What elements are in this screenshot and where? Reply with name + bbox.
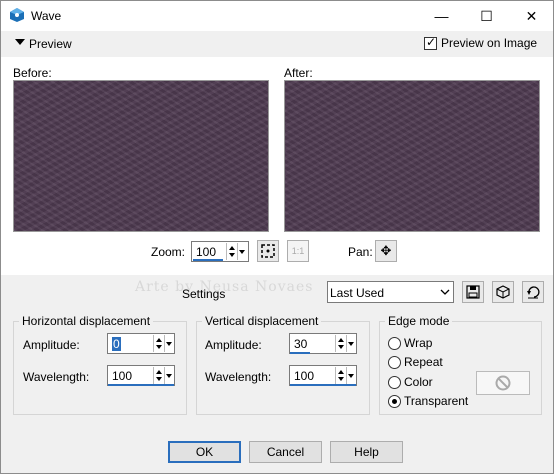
zoom-value: 100 (196, 245, 217, 259)
horizontal-wavelength-stepper[interactable]: 100 (107, 365, 175, 386)
psp-icon (10, 8, 24, 22)
collapse-triangle-icon[interactable] (15, 39, 25, 45)
spin-arrows-icon[interactable] (335, 335, 346, 352)
edge-color-swatch[interactable] (476, 371, 530, 395)
dice-icon (496, 285, 510, 299)
vertical-wavelength-slider[interactable] (290, 384, 356, 386)
edge-color-radio[interactable] (388, 376, 401, 389)
vertical-displacement-title: Vertical displacement (202, 314, 322, 328)
edge-mode-title: Edge mode (385, 314, 453, 328)
dropdown-icon[interactable] (164, 335, 174, 352)
ok-button[interactable]: OK (168, 441, 241, 463)
horizontal-wavelength-slider[interactable] (108, 384, 174, 386)
no-entry-icon (495, 375, 511, 391)
reset-icon (527, 286, 540, 299)
after-preview-image (284, 80, 540, 232)
edge-transparent-label: Transparent (404, 394, 469, 408)
zoom-fit-icon (261, 244, 275, 258)
dropdown-icon[interactable] (346, 367, 356, 384)
move-icon: ✥ (380, 243, 392, 258)
horizontal-amplitude-label: Amplitude: (23, 338, 80, 352)
dropdown-icon[interactable] (164, 367, 174, 384)
save-icon (466, 285, 480, 299)
spin-arrows-icon[interactable] (153, 335, 164, 352)
after-label: After: (284, 66, 313, 80)
cancel-button[interactable]: Cancel (249, 441, 322, 463)
zoom-dropdown-icon[interactable] (237, 243, 247, 260)
zoom-actual-size-button[interactable]: 1:1 (287, 240, 309, 262)
edge-transparent-radio[interactable] (388, 395, 401, 408)
zoom-spin-arrows-icon[interactable] (226, 243, 237, 260)
edge-wrap-label: Wrap (404, 336, 433, 350)
horizontal-amplitude-stepper[interactable]: 0 (107, 333, 175, 354)
spin-arrows-icon[interactable] (153, 367, 164, 384)
zoom-label: Zoom: (151, 245, 186, 259)
window-title: Wave (31, 9, 62, 23)
chevron-down-icon (440, 289, 450, 295)
maximize-button[interactable]: ☐ (464, 1, 509, 31)
vertical-amplitude-stepper[interactable]: 30 (289, 333, 357, 354)
vertical-wavelength-value: 100 (294, 369, 315, 383)
dropdown-icon[interactable] (346, 335, 356, 352)
settings-label: Settings (182, 287, 226, 301)
actual-size-icon: 1:1 (291, 246, 305, 256)
before-preview-image[interactable] (13, 80, 269, 232)
horizontal-wavelength-label: Wavelength: (23, 370, 90, 384)
close-button[interactable]: ✕ (509, 1, 554, 31)
vertical-amplitude-value: 30 (294, 337, 308, 351)
minimize-icon: — (434, 8, 449, 24)
preview-on-image-label: Preview on Image (441, 36, 538, 50)
preview-toggle[interactable]: Preview (29, 37, 72, 51)
vertical-amplitude-slider[interactable] (290, 352, 310, 354)
vertical-wavelength-label: Wavelength: (205, 370, 272, 384)
save-preset-button[interactable] (462, 281, 484, 303)
checkmark-icon: ✓ (426, 35, 437, 49)
vertical-amplitude-label: Amplitude: (205, 338, 262, 352)
horizontal-displacement-title: Horizontal displacement (19, 314, 154, 328)
help-button[interactable]: Help (330, 441, 403, 463)
edge-repeat-radio[interactable] (388, 356, 401, 369)
edge-wrap-radio[interactable] (388, 337, 401, 350)
zoom-underline (193, 259, 223, 261)
pan-button[interactable]: ✥ (375, 240, 397, 262)
randomize-button[interactable] (492, 281, 514, 303)
preset-dropdown[interactable]: Last Used (327, 281, 454, 303)
edge-repeat-label: Repeat (404, 355, 443, 369)
horizontal-wavelength-value: 100 (112, 369, 133, 383)
pan-label: Pan: (348, 245, 373, 259)
vertical-wavelength-stepper[interactable]: 100 (289, 365, 357, 386)
preview-on-image-checkbox[interactable]: ✓ (424, 35, 437, 50)
preset-value: Last Used (330, 286, 385, 300)
wave-dialog: Wave — ☐ ✕ Preview ✓ Preview on Image Be… (0, 0, 554, 474)
reset-button[interactable] (522, 281, 544, 303)
before-label: Before: (13, 66, 52, 80)
zoom-fit-button[interactable] (257, 240, 279, 262)
spin-arrows-icon[interactable] (335, 367, 346, 384)
minimize-button[interactable]: — (419, 1, 464, 31)
horizontal-amplitude-value: 0 (112, 337, 121, 351)
title-bar: Wave — ☐ ✕ (1, 1, 553, 31)
close-icon: ✕ (525, 7, 538, 24)
maximize-icon: ☐ (480, 7, 493, 24)
edge-color-label: Color (404, 375, 433, 389)
